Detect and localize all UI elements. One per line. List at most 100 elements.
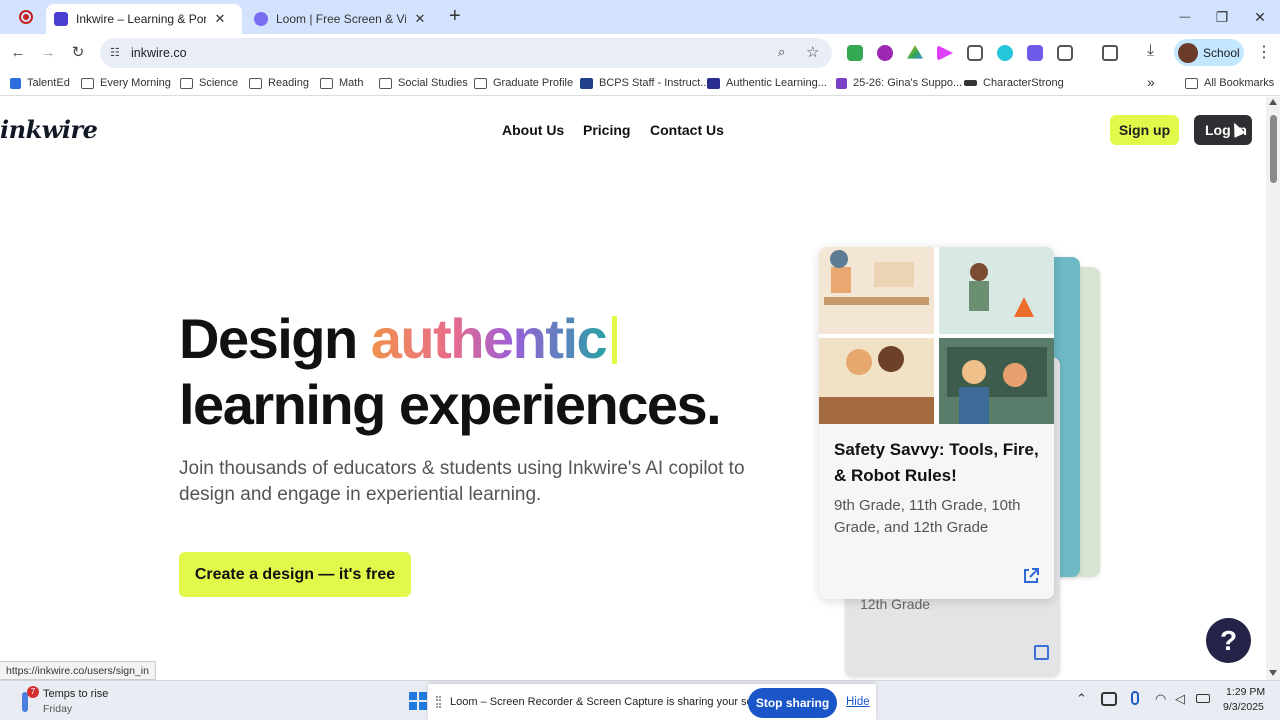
network-off-icon[interactable] [1101, 692, 1117, 706]
avatar [1178, 42, 1198, 63]
screen-share-notification: Loom – Screen Recorder & Screen Capture … [428, 684, 876, 720]
back-card-link-icon[interactable] [1034, 645, 1049, 660]
signup-button[interactable]: Sign up [1110, 115, 1179, 145]
card-grades: 9th Grade, 11th Grade, 10th Grade, and 1… [834, 497, 1021, 536]
back-button[interactable]: ← [7, 42, 29, 64]
share-message: Loom – Screen Recorder & Screen Capture … [450, 696, 778, 708]
bookmark-folder[interactable]: Graduate Profile [474, 77, 573, 89]
folder-icon [1185, 77, 1198, 89]
hide-button[interactable]: Hide [846, 696, 870, 708]
browser-toolbar: ← → ↻ ☷ inkwire.co ⌕ ☆ ⤓ School ⋮ [0, 34, 1280, 72]
docs-icon [836, 77, 847, 89]
authentic-learning-icon [707, 77, 720, 89]
menu-kebab-icon[interactable]: ⋮ [1256, 42, 1272, 62]
bookmark-star-icon[interactable]: ☆ [806, 43, 819, 61]
hero-heading: Design authentic learning experiences. [179, 306, 722, 438]
hero-line-2: learning experiences. [179, 373, 722, 436]
scroll-down-arrow-icon[interactable] [1269, 670, 1277, 676]
close-tab-icon[interactable]: ✕ [212, 11, 228, 27]
extensions-puzzle-icon[interactable] [1057, 45, 1073, 61]
tab-loom[interactable]: Loom | Free Screen & Video Re ✕ [246, 4, 442, 34]
tab-strip: Inkwire – Learning & Portfolio P ✕ Loom … [0, 0, 1280, 34]
tab-title: Inkwire – Learning & Portfolio P [76, 12, 206, 26]
extension-purple-icon[interactable] [877, 45, 893, 61]
folder-icon [180, 77, 193, 89]
hero-subtitle: Join thousands of educators & students u… [179, 458, 745, 505]
wifi-icon[interactable]: ◠ [1155, 691, 1166, 707]
nav-about-us[interactable]: About Us [502, 122, 564, 138]
nav-contact-us[interactable]: Contact Us [650, 122, 724, 138]
card-illustration [819, 247, 1054, 424]
bookmark-item[interactable]: CharacterStrong [964, 77, 1064, 89]
extension-green-icon[interactable] [847, 45, 863, 61]
microphone-icon[interactable] [1131, 691, 1139, 705]
hero-word-design: Design [179, 307, 358, 370]
bookmark-folder[interactable]: Reading [249, 77, 309, 89]
nav-pricing[interactable]: Pricing [583, 122, 630, 138]
help-button[interactable]: ? [1206, 618, 1251, 663]
bookmark-folder[interactable]: Science [180, 77, 238, 89]
bookmark-folder[interactable]: Math [320, 77, 363, 89]
all-bookmarks-button[interactable]: All Bookmarks [1185, 77, 1274, 89]
extension-teal-icon[interactable] [997, 45, 1013, 61]
bcps-icon [580, 77, 593, 89]
record-icon[interactable] [19, 10, 33, 24]
url-text: inkwire.co [131, 46, 187, 60]
close-tab-icon[interactable]: ✕ [412, 11, 428, 27]
stop-sharing-button[interactable]: Stop sharing [748, 688, 837, 718]
talented-icon [10, 77, 21, 89]
tab-search-icon[interactable] [1102, 45, 1118, 61]
drag-handle-icon[interactable] [436, 696, 441, 708]
weather-title: Temps to rise [43, 688, 109, 700]
minimize-button[interactable]: — [1170, 6, 1200, 28]
tab-inkwire[interactable]: Inkwire – Learning & Portfolio P ✕ [46, 4, 242, 34]
forward-button[interactable]: → [37, 42, 59, 64]
profile-button[interactable]: School [1174, 39, 1244, 66]
characterstrong-icon [964, 80, 977, 86]
inkwire-logo[interactable]: inkwire [0, 115, 98, 144]
windows-start-icon[interactable] [409, 692, 427, 710]
weather-badge: 7 [27, 686, 39, 698]
typing-caret [612, 316, 618, 364]
volume-icon[interactable]: ◁ [1175, 691, 1185, 707]
bookmarks-bar: TalentEd Every Morning Science Reading M… [0, 72, 1280, 96]
hero-word-authentic: authentic [370, 307, 608, 370]
bookmark-folder[interactable]: Every Morning [81, 77, 171, 89]
screenshot-extension-icon[interactable] [967, 45, 983, 61]
zoom-icon[interactable]: ⌕ [778, 44, 785, 60]
new-tab-button[interactable]: + [449, 5, 461, 28]
bookmark-item[interactable]: BCPS Staff - Instruct... [580, 77, 709, 89]
loom-favicon-icon [254, 12, 268, 26]
bookmark-item[interactable]: 25-26: Gina's Suppo... [836, 77, 962, 89]
extension-pink-icon[interactable] [937, 45, 953, 61]
maximize-button[interactable]: ❐ [1207, 6, 1237, 28]
download-icon[interactable]: ⤓ [1147, 42, 1154, 60]
folder-icon [474, 77, 487, 89]
clock-time[interactable]: 1:29 PM [1226, 686, 1265, 698]
tab-title: Loom | Free Screen & Video Re [276, 12, 406, 26]
bookmark-item[interactable]: TalentEd [10, 77, 70, 89]
bookmark-folder[interactable]: Social Studies [379, 77, 468, 89]
google-drive-icon[interactable] [907, 45, 923, 59]
folder-icon [379, 77, 392, 89]
scroll-up-arrow-icon[interactable] [1269, 99, 1277, 105]
reload-button[interactable]: ↻ [67, 42, 89, 64]
clock-date[interactable]: 9/3/2025 [1223, 701, 1264, 713]
page-scrollbar[interactable] [1266, 97, 1280, 680]
loom-extension-icon[interactable] [1027, 45, 1043, 61]
battery-icon[interactable] [1196, 694, 1210, 703]
close-window-button[interactable]: ✕ [1245, 6, 1275, 28]
create-design-button[interactable]: Create a design — it's free [179, 552, 411, 597]
inkwire-favicon-icon [54, 12, 68, 26]
address-bar[interactable]: ☷ inkwire.co ⌕ ☆ [100, 38, 832, 68]
site-info-icon[interactable]: ☷ [110, 46, 120, 59]
web-page: inkwire About Us Pricing Contact Us Sign… [0, 97, 1266, 680]
folder-icon [81, 77, 94, 89]
tray-chevron-icon[interactable]: ⌃ [1076, 691, 1087, 707]
bookmark-item[interactable]: Authentic Learning... [707, 77, 827, 89]
bookmarks-overflow-button[interactable]: » [1147, 74, 1155, 90]
scrollbar-thumb[interactable] [1270, 115, 1277, 183]
featured-design-card[interactable]: Safety Savvy: Tools, Fire, & Robot Rules… [819, 247, 1054, 599]
open-external-icon[interactable] [1022, 567, 1040, 585]
weather-widget[interactable]: 7 Temps to rise Friday [18, 686, 118, 716]
